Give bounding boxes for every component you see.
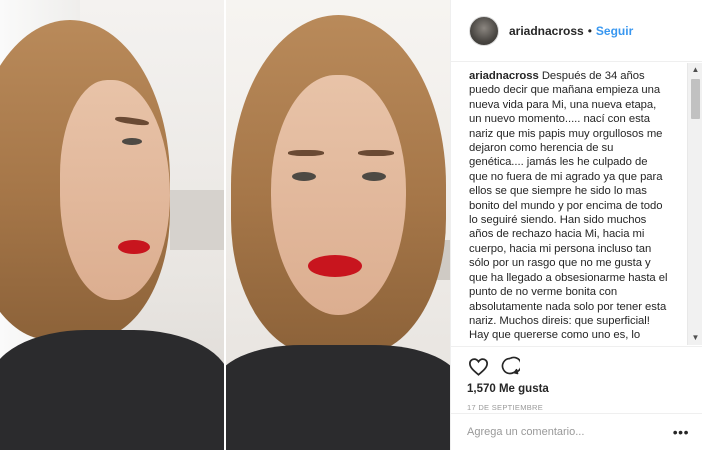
action-icons (467, 353, 687, 379)
caption-username[interactable]: ariadnacross (469, 70, 539, 82)
scroll-up-arrow-icon[interactable]: ▲ (688, 63, 702, 77)
caption-scrollbar[interactable]: ▲ ▼ (687, 63, 702, 345)
caption: ariadnacross Después de 34 años puedo de… (451, 63, 687, 345)
photo-right-panel (226, 0, 450, 450)
like-count[interactable]: 1,570 Me gusta (467, 383, 687, 395)
post-actions: 1,570 Me gusta 17 DE SEPTIEMBRE (451, 346, 702, 412)
post-username[interactable]: ariadnacross (509, 24, 584, 38)
caption-scroll-area[interactable]: ariadnacross Después de 34 años puedo de… (451, 63, 702, 345)
comment-input[interactable] (467, 426, 673, 438)
post-header: ariadnacross • Seguir (451, 0, 702, 62)
heart-icon[interactable] (467, 355, 489, 377)
scroll-down-arrow-icon[interactable]: ▼ (688, 331, 702, 345)
post-sidebar: ariadnacross • Seguir ariadnacross Despu… (450, 0, 702, 450)
scroll-thumb[interactable] (691, 79, 700, 119)
follow-button[interactable]: Seguir (596, 24, 633, 38)
photo-left-panel (0, 0, 224, 450)
comment-box: ••• (451, 413, 702, 450)
avatar[interactable] (469, 15, 499, 46)
comment-icon[interactable] (499, 355, 521, 377)
caption-text: Después de 34 años puedo decir que mañan… (469, 70, 668, 345)
more-options-icon[interactable]: ••• (673, 424, 689, 440)
post-date[interactable]: 17 DE SEPTIEMBRE (467, 403, 687, 412)
post-photo[interactable] (0, 0, 450, 450)
header-separator: • (587, 23, 592, 38)
